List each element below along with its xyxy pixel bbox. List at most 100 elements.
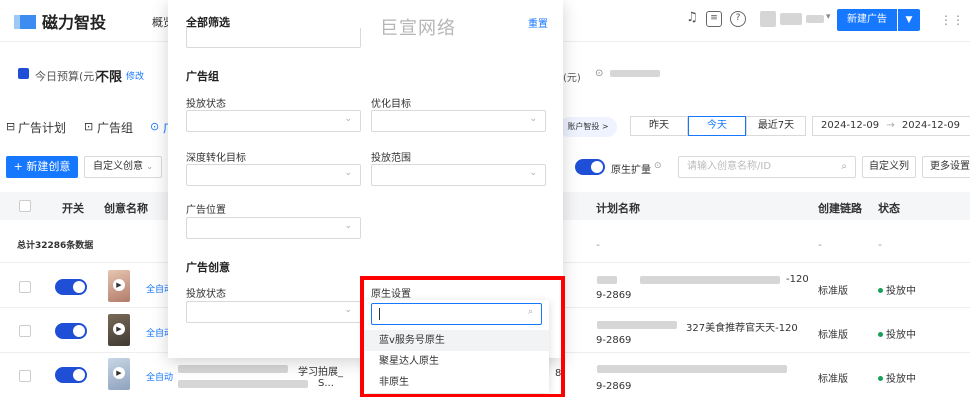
tab-ad-plan[interactable]: 广告计划 (18, 119, 66, 136)
label-delivery-range: 投放范围 (371, 153, 411, 164)
balance-label: (元) (563, 73, 581, 84)
label-creative-status: 投放状态 (186, 289, 226, 300)
chevron-down-icon: ⌄ (529, 168, 537, 178)
avatar[interactable] (760, 11, 776, 27)
balance-help-icon[interactable]: ⊙ (595, 68, 603, 79)
row-checkbox[interactable] (19, 325, 31, 337)
date-arrow: → (886, 120, 895, 131)
native-expand-label: 原生扩量 (611, 165, 651, 176)
delivery-range-select[interactable]: ⌄ (371, 164, 546, 186)
new-creative-button[interactable]: + 新建创意 (6, 156, 78, 178)
creative-thumbnail[interactable] (108, 270, 130, 302)
chevron-down-icon: ⌄ (344, 305, 352, 315)
deep-target-select[interactable]: ⌄ (186, 164, 361, 186)
delivery-status-select[interactable]: ⌄ (186, 110, 361, 132)
app-grid-icon[interactable]: ⋮⋮ (940, 13, 964, 27)
label-ad-position: 广告位置 (186, 205, 226, 216)
row-switch-toggle[interactable] (55, 323, 87, 339)
creative-search-input[interactable]: 请输入创意名称/ID ⌕ (678, 156, 856, 178)
plan-name-line2: 9-2869 (596, 290, 632, 301)
plan-name-blur (597, 321, 677, 329)
col-status: 状态 (878, 202, 900, 215)
notification-icon[interactable]: ♫ (684, 11, 700, 27)
native-expand-help-icon[interactable]: ⊙ (654, 161, 662, 171)
logo-icon (14, 15, 36, 29)
chain-value: 标准版 (818, 330, 848, 341)
row-checkbox[interactable] (19, 281, 31, 293)
select-truncated[interactable] (186, 28, 361, 48)
tab-creative-icon: ⊙ (150, 120, 160, 133)
search-icon[interactable]: ⌕ (841, 157, 847, 177)
total-plan-dash: - (596, 238, 600, 251)
optimize-target-select[interactable]: ⌄ (371, 110, 546, 132)
plan-name-tail: -120 (786, 274, 809, 285)
auto-tag: 全自动 (146, 373, 174, 383)
chain-value: 标准版 (818, 374, 848, 385)
date-today-button[interactable]: 今天 (688, 116, 746, 136)
col-chain: 创建链路 (818, 202, 862, 215)
filter-reset-link[interactable]: 重置 (528, 15, 548, 30)
new-ad-dropdown-button[interactable]: ▼ (898, 9, 920, 31)
creative-name-tail2: S... (318, 378, 334, 389)
row-switch-toggle[interactable] (55, 367, 87, 383)
status-badge: 投放中 (878, 326, 916, 341)
select-all-checkbox[interactable] (19, 200, 31, 212)
plan-name-tail: 327美食推荐官天天-120 (686, 323, 798, 334)
creative-thumbnail[interactable] (108, 314, 130, 346)
budget-icon (18, 68, 29, 79)
balance-value-blur (610, 70, 660, 77)
new-ad-button[interactable]: 新建广告 (837, 9, 897, 31)
plan-name-blur (640, 276, 780, 284)
chevron-down-icon: ⌄ (529, 114, 537, 124)
status-badge: 投放中 (878, 282, 916, 297)
ad-position-select[interactable]: ⌄ (186, 217, 361, 239)
budget-label: 今日预算(元) (35, 70, 99, 83)
total-chain-dash: - (818, 238, 822, 251)
creative-name-tail: 学习拍展_ (298, 367, 343, 378)
date-range-picker[interactable]: 2024-12-09 → 2024-12-09 (812, 116, 970, 136)
native-expand-toggle[interactable] (575, 159, 605, 175)
creative-name-blur (178, 365, 288, 373)
chevron-down-icon: ⌄ (344, 221, 352, 231)
date-last7-button[interactable]: 最近7天 (746, 116, 806, 136)
account-name-blur (780, 13, 802, 25)
label-delivery-status: 投放状态 (186, 99, 226, 110)
plan-name-line2: 9-2869 (596, 381, 632, 392)
label-optimize-target: 优化目标 (371, 99, 411, 110)
tab-group-icon: ⊡ (84, 120, 94, 133)
tab-plan-icon: ⊟ (6, 120, 16, 133)
brand-name: 磁力智投 (42, 13, 107, 32)
custom-columns-button[interactable]: 自定义列 (862, 156, 916, 178)
col-switch: 开关 (62, 202, 84, 215)
budget-edit-link[interactable]: 修改 (126, 69, 144, 82)
label-deep-target: 深度转化目标 (186, 153, 246, 164)
row-checkbox[interactable] (19, 370, 31, 382)
status-badge: 投放中 (878, 370, 916, 385)
help-icon[interactable]: ? (730, 11, 746, 27)
chevron-down-icon: ⌄ (344, 114, 352, 124)
budget-value: 不限 (96, 70, 123, 85)
creative-name-blur (178, 380, 308, 388)
search-placeholder: 请输入创意名称/ID (687, 161, 772, 172)
watermark: 巨宣网络 (380, 18, 456, 39)
account-chevron-icon[interactable]: ▾ (826, 12, 831, 22)
custom-creative-button[interactable]: 自定义创意 ⌄ (84, 156, 162, 178)
page-root: 磁力智投 概览 ♫ ≡ ? ▾ 新建广告 ▼ ⋮⋮ 今日预算(元) 不限 修改 … (0, 0, 970, 397)
account-smart-button[interactable]: 账户智投 > (559, 117, 617, 137)
col-plan-name: 计划名称 (596, 202, 640, 215)
row-switch-toggle[interactable] (55, 279, 87, 295)
total-count: 总计32286条数据 (17, 241, 94, 251)
creative-status-select[interactable]: ⌄ (186, 301, 361, 323)
more-settings-button[interactable]: 更多设置 (922, 156, 970, 178)
date-yesterday-button[interactable]: 昨天 (630, 116, 688, 136)
highlight-box (360, 276, 565, 397)
chevron-down-icon: ⌄ (344, 168, 352, 178)
custom-creative-label: 自定义创意 (93, 161, 144, 172)
message-icon[interactable]: ≡ (706, 11, 722, 27)
creative-thumbnail[interactable] (108, 358, 130, 390)
total-status-dash: - (878, 238, 882, 251)
plan-name-blur (597, 276, 617, 284)
section-adgroup: 广告组 (186, 70, 219, 83)
tab-ad-group[interactable]: 广告组 (97, 119, 133, 136)
section-creative: 广告创意 (186, 261, 230, 274)
